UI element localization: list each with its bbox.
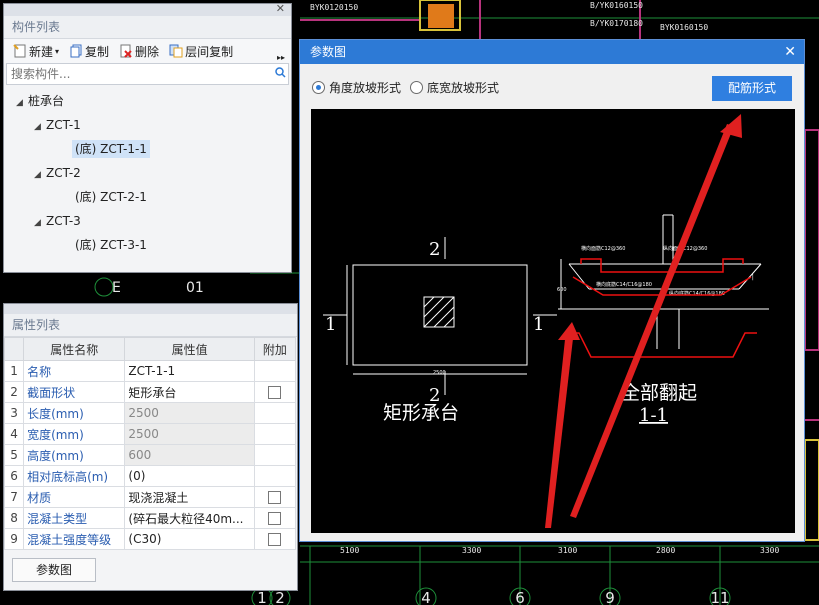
annotation-arrows	[545, 114, 742, 528]
red-arrow-head	[558, 322, 580, 340]
red-arrow-shaft	[545, 330, 574, 528]
red-arrow-shaft	[570, 124, 734, 518]
